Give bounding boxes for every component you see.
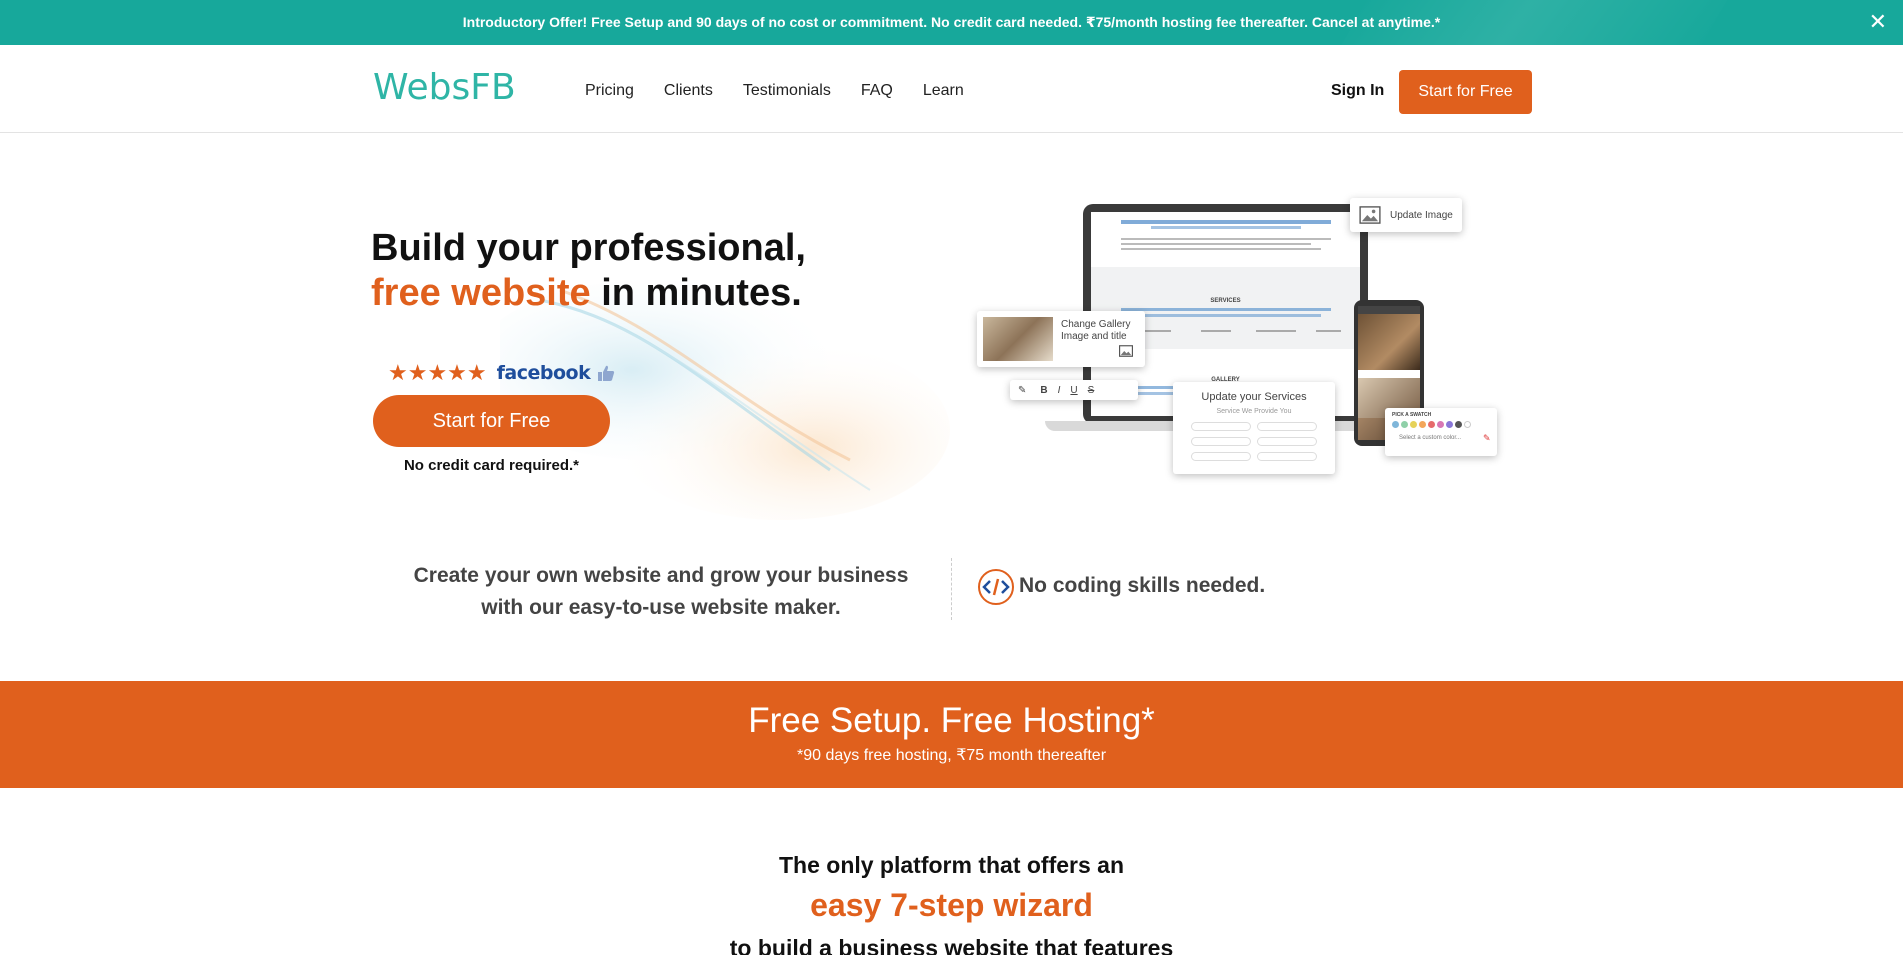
image-icon [1119, 345, 1133, 357]
eyedropper-icon: ✎ [1483, 433, 1491, 443]
hero-start-free-button[interactable]: Start for Free [373, 395, 610, 447]
promo-text: Introductory Offer! Free Setup and 90 da… [462, 14, 1441, 30]
update-image-label: Update Image [1390, 210, 1453, 221]
nav-link-learn[interactable]: Learn [923, 82, 964, 100]
swatch-7 [1455, 421, 1462, 428]
thumbs-up-icon [598, 365, 615, 381]
swatch-0 [1392, 421, 1399, 428]
facebook-wordmark: facebook [496, 362, 591, 384]
strike-tool: S [1087, 384, 1095, 396]
nav-links: Pricing Clients Testimonials FAQ Learn [585, 82, 994, 100]
hero-heading-line1: Build your professional, [371, 227, 806, 269]
update-services-subtitle: Service We Provide You [1216, 408, 1292, 415]
nav-link-clients[interactable]: Clients [664, 82, 713, 100]
sign-in-link[interactable]: Sign In [1331, 82, 1384, 100]
swatch-3 [1419, 421, 1426, 428]
image-icon [1359, 206, 1381, 224]
color-swatch-picker: PICK A SWATCH Select a custom color... ✎ [1385, 408, 1497, 456]
update-image-tag: Update Image [1350, 198, 1462, 232]
swatch-5 [1437, 421, 1444, 428]
italic-tool: I [1057, 384, 1061, 396]
mock-section-services: SERVICES [1210, 298, 1241, 304]
wizard-line1: The only platform that offers an [778, 852, 1125, 878]
gallery-thumbnail [983, 317, 1053, 361]
swatch-row [1392, 421, 1473, 428]
no-credit-card-note: No credit card required.* [403, 457, 580, 474]
promo-banner: Introductory Offer! Free Setup and 90 da… [0, 0, 1903, 45]
swatch-2 [1410, 421, 1417, 428]
hero-heading-line2: free website in minutes. [371, 271, 806, 316]
logo[interactable]: WebsFB [373, 67, 516, 108]
feature-no-coding: No coding skills needed. [1019, 574, 1266, 597]
nav-link-faq[interactable]: FAQ [861, 82, 893, 100]
facebook-rating: ★★★★★ facebook [388, 360, 616, 386]
feature-easy-maker: Create your own website and grow your bu… [413, 564, 909, 619]
free-hosting-band: Free Setup. Free Hosting* *90 days free … [0, 681, 1903, 788]
hero-heading-line2-rest: in minutes. [590, 272, 802, 314]
feature-divider [951, 558, 952, 620]
nav-link-pricing[interactable]: Pricing [585, 82, 634, 100]
band-subtitle: *90 days free hosting, ₹75 month thereaf… [796, 747, 1107, 764]
product-mockup: SERVICES GALLERY Update Image Change Gal… [970, 195, 1510, 495]
custom-color-label: Select a custom color... [1399, 435, 1462, 441]
code-icon [978, 569, 1014, 605]
bold-tool: B [1040, 384, 1048, 396]
change-gallery-label: Change Gallery Image and title [1061, 319, 1131, 342]
band-title: Free Setup. Free Hosting* [748, 701, 1155, 740]
swatch-8 [1464, 421, 1471, 428]
update-services-card: Update your Services Service We Provide … [1173, 382, 1335, 474]
swatch-1 [1401, 421, 1408, 428]
star-rating-icon: ★★★★★ [388, 360, 487, 385]
update-services-title: Update your Services [1201, 391, 1307, 403]
swatch-4 [1428, 421, 1435, 428]
wizard-line3: to build a business website that feature… [729, 935, 1174, 955]
nav-link-testimonials[interactable]: Testimonials [743, 82, 831, 100]
underline-tool: U [1070, 384, 1078, 396]
swatch-6 [1446, 421, 1453, 428]
hero-heading-accent: free website [371, 272, 591, 314]
navbar: WebsFB Pricing Clients Testimonials FAQ … [0, 45, 1903, 133]
hero-heading: Build your professional, free website in… [371, 226, 806, 316]
text-editor-toolbar: ✎ B I U S [1010, 380, 1138, 400]
wizard-headline: easy 7-step wizard [810, 887, 1093, 923]
pen-icon: ✎ [1018, 384, 1027, 396]
nav-start-free-button[interactable]: Start for Free [1399, 70, 1532, 114]
close-icon[interactable]: ✕ [1869, 11, 1887, 33]
pick-swatch-label: PICK A SWATCH [1392, 412, 1432, 418]
change-gallery-tag: Change Gallery Image and title [977, 311, 1145, 367]
